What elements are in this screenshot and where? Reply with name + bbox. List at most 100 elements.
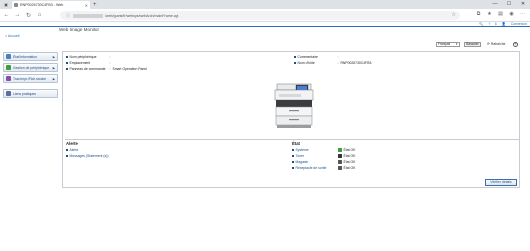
- browser-extensions: ⧉ ★ ▤ ◉ ⋯: [475, 11, 526, 17]
- status-label[interactable]: Magasin: [296, 160, 338, 164]
- info-link-icon[interactable]: ℹ: [495, 22, 496, 26]
- favorites-icon[interactable]: ★: [486, 11, 493, 17]
- output-tray-icon: [337, 166, 342, 170]
- status-row-system: Système État OK: [292, 148, 372, 152]
- minimize-button[interactable]: —: [488, 0, 502, 9]
- more-menu-icon[interactable]: ⋯: [519, 11, 526, 17]
- tab-title: RNP0026730C4FB3 - Web: [20, 3, 64, 7]
- bullet-icon: [66, 155, 68, 157]
- info-row-comment: Commentaire :: [294, 55, 340, 59]
- user-icon[interactable]: 👤: [502, 22, 506, 26]
- reload-icon[interactable]: ↻: [24, 12, 33, 19]
- search-icon[interactable]: 🔍: [479, 22, 483, 26]
- sidebar: État/Information ▶ Gestion de périphériq…: [3, 52, 58, 100]
- status-section-title: État: [292, 141, 300, 146]
- help-icon[interactable]: ?: [513, 42, 518, 47]
- info-label: Nom périphérique: [69, 55, 97, 59]
- forward-icon[interactable]: →: [13, 12, 22, 18]
- status-label[interactable]: Système: [296, 148, 338, 152]
- utility-links: 🔍 ? ℹ 👤 Connexion: [479, 22, 527, 26]
- messages-link[interactable]: Messages (Statement (s)): [70, 154, 109, 158]
- bullet-icon: [66, 56, 68, 58]
- bullet-icon: [66, 68, 68, 70]
- bullet-icon: [292, 155, 294, 157]
- status-value: État OK: [343, 160, 356, 164]
- browser-menu-icon[interactable]: ▣: [3, 2, 9, 8]
- printer-image: [274, 83, 314, 128]
- toner-icon: [337, 154, 342, 158]
- info-row-location: Emplacement :: [66, 61, 112, 65]
- links-icon: [6, 91, 11, 96]
- profile-icon[interactable]: ◉: [508, 11, 515, 17]
- login-link[interactable]: Connexion: [511, 22, 527, 26]
- sidebar-item-label: Trav.Impr./Fich.stocké: [13, 76, 46, 81]
- info-icon[interactable]: ⓘ: [66, 13, 70, 19]
- status-info-icon: [6, 54, 11, 59]
- chevron-right-icon: ▶: [52, 76, 55, 81]
- bullet-icon: [66, 62, 68, 64]
- alert-section-title: Alerte: [66, 141, 78, 146]
- bullet-icon: [66, 149, 68, 151]
- alert-link[interactable]: Alerte: [70, 148, 79, 152]
- browser-toolbar: ← → ↻ ⌂ ⓘ /web/guest/fr/websys/webArch/m…: [0, 9, 530, 22]
- alert-item[interactable]: Alerte: [66, 148, 78, 152]
- url-path: /web/guest/fr/websys/webArch/mainFrame.c…: [105, 13, 179, 18]
- print-jobs-icon: [6, 76, 11, 81]
- status-row-toner: Toner État OK: [292, 154, 372, 158]
- status-label[interactable]: Toner: [296, 154, 338, 158]
- info-label: Commentaire: [297, 55, 318, 59]
- help-link-icon[interactable]: ?: [488, 22, 490, 26]
- status-row-output-tray: Réceptacle de sortie État OK: [292, 166, 372, 170]
- info-row-device-name: Nom périphérique :: [66, 55, 112, 59]
- info-label: Panneau de commande: [69, 67, 106, 71]
- bookmark-star-icon[interactable]: ☆: [452, 12, 456, 18]
- info-value: Smart Operation Panel: [112, 67, 147, 71]
- page-title: Web Image Monitor: [59, 27, 100, 32]
- new-tab-button[interactable]: +: [93, 2, 97, 8]
- bullet-icon: [292, 149, 294, 151]
- info-label: Emplacement: [69, 61, 91, 65]
- info-label: Nom d'hôte: [297, 61, 315, 65]
- favicon-icon: [14, 3, 18, 7]
- info-row-hostname: Nom d'hôte : RNP0026730C4FB3: [294, 61, 371, 65]
- browser-tab-bar: ▣ RNP0026730C4FB3 - Web ✕ + — ☐ ✕: [0, 0, 530, 9]
- refresh-label: Rafraîchir: [490, 42, 506, 46]
- sidebar-item-status[interactable]: État/Information ▶: [3, 52, 58, 61]
- status-label[interactable]: Réceptacle de sortie: [296, 166, 338, 170]
- home-icon[interactable]: ⌂: [35, 12, 44, 18]
- close-window-button[interactable]: ✕: [516, 0, 530, 9]
- info-value: RNP0026730C4FB3: [340, 61, 372, 65]
- address-bar[interactable]: ⓘ /web/guest/fr/websys/webArch/mainFrame…: [60, 11, 460, 20]
- info-row-control-panel: Panneau de commande : Smart Operation Pa…: [66, 67, 147, 71]
- bullet-icon: [294, 62, 296, 64]
- home-link[interactable]: < Accueil: [5, 34, 19, 38]
- sidebar-item-print-jobs[interactable]: Trav.Impr./Fich.stocké ▶: [3, 74, 58, 83]
- status-value: État OK: [343, 154, 356, 158]
- tray-icon: [337, 160, 342, 164]
- sidebar-item-label: Gestion de périphérique: [13, 65, 50, 70]
- maximize-button[interactable]: ☐: [502, 0, 516, 9]
- collections-icon[interactable]: ▤: [497, 11, 504, 17]
- language-select[interactable]: Français ▼: [436, 42, 460, 47]
- status-value: État OK: [343, 148, 356, 152]
- switch-language-button[interactable]: Basculer: [464, 42, 481, 47]
- extensions-icon[interactable]: ⧉: [475, 11, 482, 17]
- bullet-icon: [294, 56, 296, 58]
- check-details-button[interactable]: Vérifier détails: [485, 179, 517, 186]
- sidebar-item-useful-links[interactable]: Liens pratiques: [3, 89, 58, 98]
- chevron-down-icon: ▼: [455, 43, 458, 46]
- device-status-panel: Nom périphérique : Emplacement : Panneau…: [62, 51, 520, 188]
- bullet-icon: [292, 161, 294, 163]
- refresh-button[interactable]: ⟳ Rafraîchir: [487, 42, 506, 46]
- sidebar-item-device-management[interactable]: Gestion de périphérique ▶: [3, 63, 58, 72]
- section-divider: [65, 139, 519, 140]
- refresh-icon: ⟳: [487, 42, 490, 46]
- browser-tab[interactable]: RNP0026730C4FB3 - Web ✕: [12, 1, 90, 9]
- chevron-right-icon: ▶: [52, 54, 55, 59]
- redacted-host: [73, 13, 103, 18]
- back-icon[interactable]: ←: [2, 12, 11, 18]
- tab-close-icon[interactable]: ✕: [85, 3, 88, 8]
- alert-item[interactable]: Messages (Statement (s)): [66, 154, 110, 158]
- language-value: Français: [438, 42, 451, 46]
- status-value: État OK: [343, 166, 356, 170]
